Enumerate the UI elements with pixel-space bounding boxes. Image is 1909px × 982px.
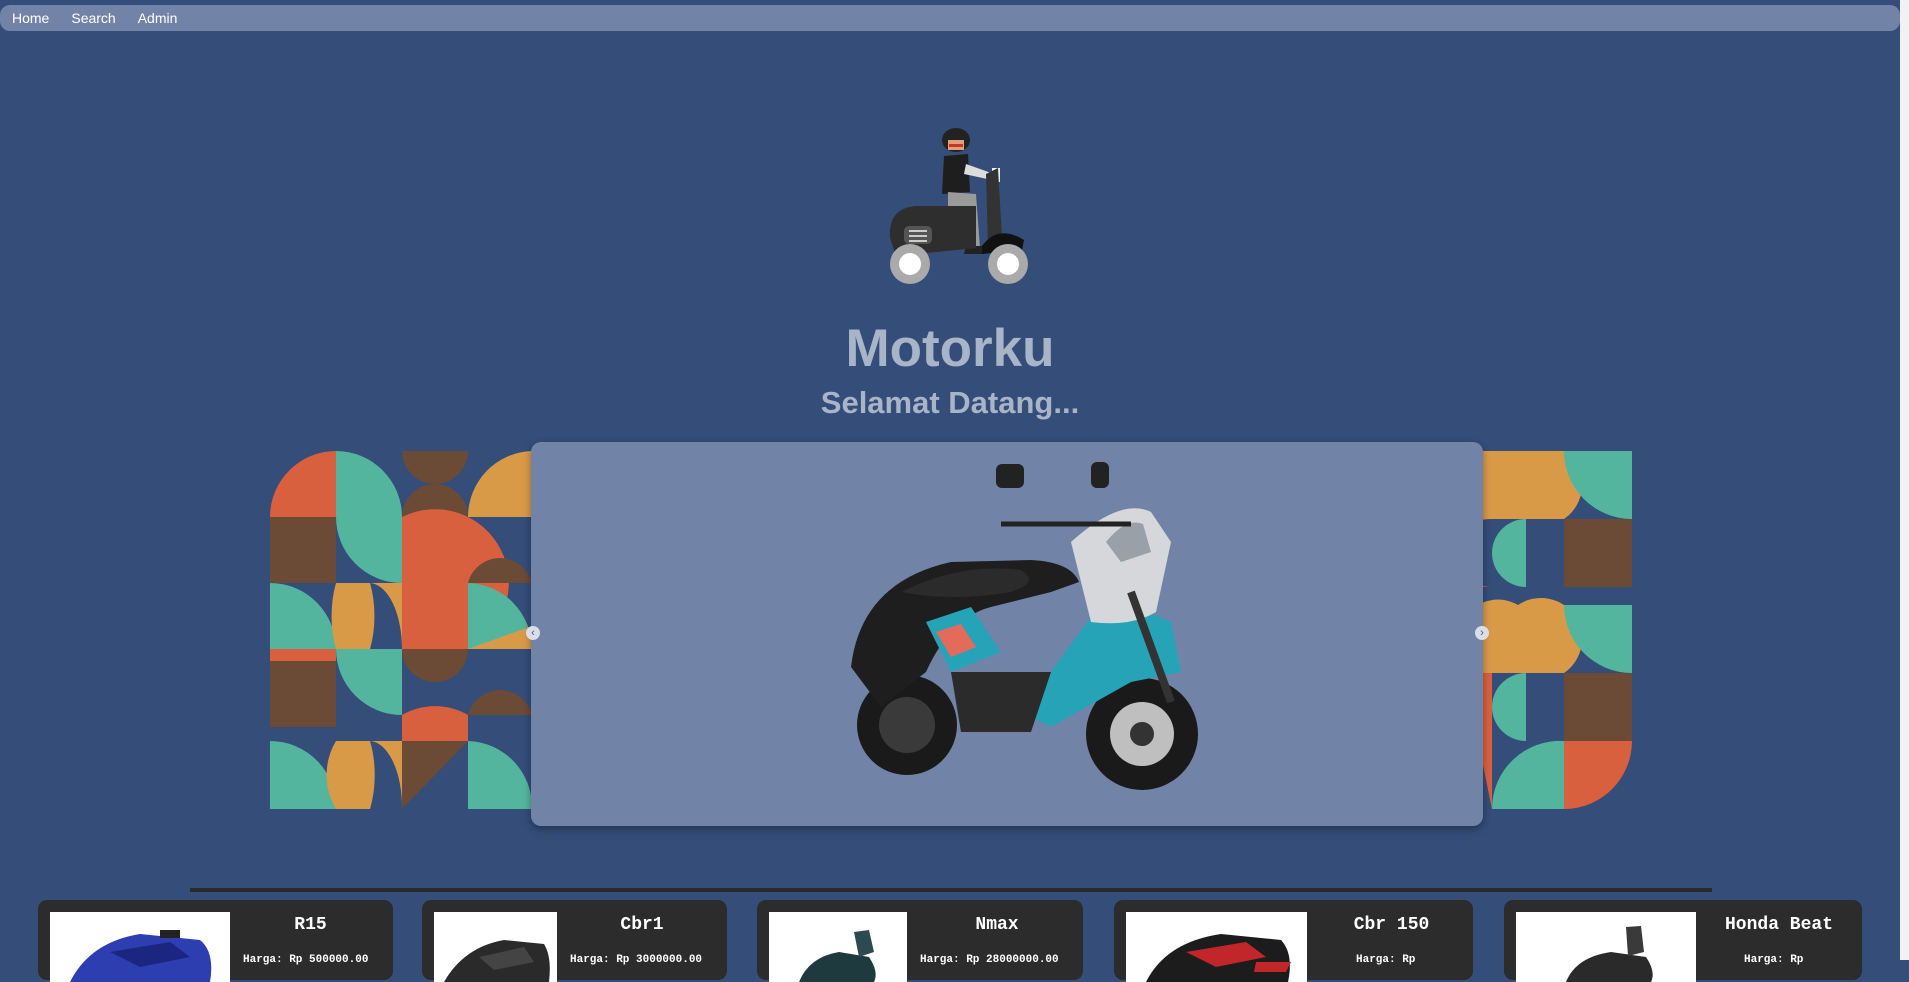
product-thumbnail — [50, 912, 230, 982]
product-price: Harga: Rp — [1744, 954, 1804, 966]
product-price: Harga: Rp 500000.00 — [243, 954, 369, 966]
motorcycle-image — [444, 940, 550, 982]
product-name: R15 — [294, 915, 327, 935]
chevron-right-icon: › — [1480, 627, 1484, 639]
product-thumbnail — [1126, 912, 1307, 982]
chevron-left-icon: ‹ — [531, 627, 535, 639]
product-card[interactable]: Cbr1 Harga: Rp 3000000.00 — [422, 900, 727, 982]
scooter-rider-icon — [889, 128, 1028, 284]
motorcycle-image — [1566, 926, 1653, 982]
section-divider — [190, 888, 1712, 892]
product-thumbnail — [434, 912, 557, 982]
site-title: Motorku — [845, 319, 1055, 378]
nav-search-link[interactable]: Search — [71, 10, 115, 26]
product-name: Honda Beat — [1724, 915, 1834, 935]
motorcycle-image — [70, 930, 212, 982]
product-price: Harga: Rp 3000000.00 — [570, 954, 703, 966]
image-carousel[interactable] — [531, 442, 1483, 826]
product-name: Cbr 150 — [1353, 915, 1430, 935]
welcome-subtitle: Selamat Datang... — [820, 385, 1080, 420]
geometric-pattern-left — [270, 451, 532, 809]
product-card[interactable]: Cbr 150 Harga: Rp — [1114, 900, 1473, 982]
nav-admin-link[interactable]: Admin — [138, 10, 178, 26]
product-price: Harga: Rp 28000000.00 — [920, 954, 1059, 966]
motorcycle-image — [1146, 934, 1291, 982]
product-card[interactable]: Honda Beat Harga: Rp — [1504, 900, 1862, 982]
top-navbar: Home Search Admin — [0, 5, 1900, 31]
carousel-prev-button[interactable]: ‹ — [526, 626, 540, 640]
geometric-pattern-right — [1478, 451, 1632, 816]
nav-home-link[interactable]: Home — [12, 10, 49, 26]
product-thumbnail — [1516, 912, 1696, 982]
product-card[interactable]: R15 Harga: Rp 500000.00 — [38, 900, 393, 982]
product-name: Nmax — [975, 915, 1019, 935]
motorcycle-image — [799, 930, 876, 982]
product-card[interactable]: Nmax Harga: Rp 28000000.00 — [757, 900, 1083, 982]
blue-scooter-image — [851, 462, 1198, 790]
window-edge — [1900, 0, 1909, 960]
product-price: Harga: Rp — [1356, 954, 1416, 966]
carousel-next-button[interactable]: › — [1475, 626, 1489, 640]
product-thumbnail — [769, 912, 907, 982]
product-name: Cbr1 — [620, 915, 664, 935]
